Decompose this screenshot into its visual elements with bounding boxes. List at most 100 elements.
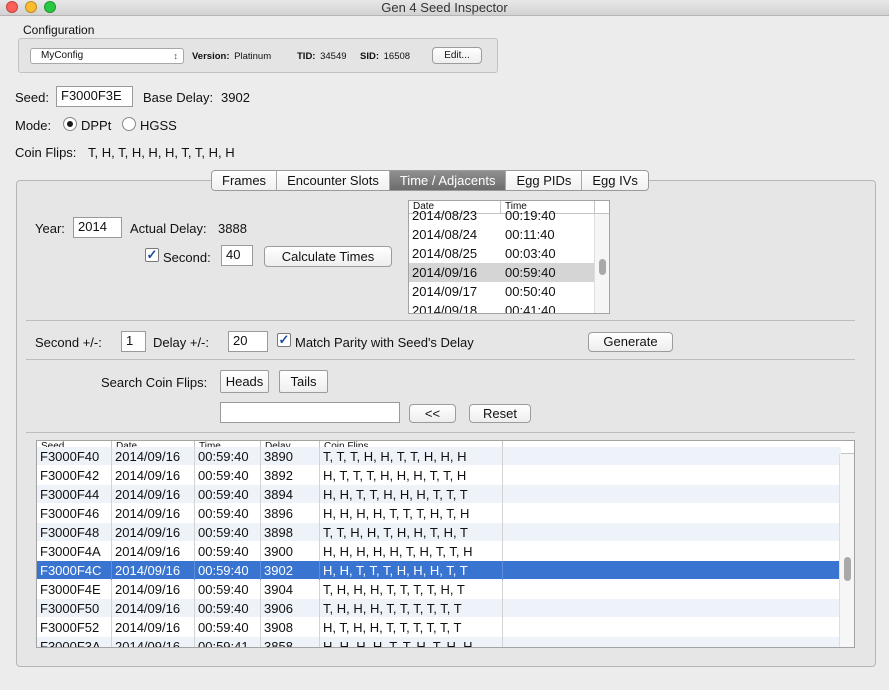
times-table-row[interactable]: 2014/08/23 00:19:40 [409, 206, 596, 225]
results-table-cell-flips: H, H, T, T, T, H, H, H, T, T [320, 561, 503, 580]
actual-delay-value: 3888 [218, 221, 247, 236]
results-table-cell-date: 2014/09/16 [112, 447, 195, 466]
tab-frames[interactable]: Frames [212, 171, 278, 190]
times-table-row[interactable]: 2014/08/24 00:11:40 [409, 225, 596, 244]
results-table-cell-date: 2014/09/16 [112, 599, 195, 618]
results-table-cell-time: 00:59:40 [195, 580, 261, 599]
coin-flips-value: T, H, T, H, H, H, T, T, H, H [88, 145, 235, 160]
search-coin-flips-label: Search Coin Flips: [101, 375, 208, 390]
heads-button[interactable]: Heads [220, 370, 269, 393]
second-checkbox[interactable]: ✓ [145, 248, 159, 262]
results-table-cell-flips: H, T, T, T, H, H, H, T, T, H [320, 466, 503, 485]
edit-config-button[interactable]: Edit... [432, 47, 482, 64]
delay-pm-input[interactable]: 20 [228, 331, 268, 352]
minimize-window-icon[interactable] [25, 1, 37, 13]
times-table-cell-date: 2014/09/18 [412, 303, 478, 314]
back-button[interactable]: << [409, 404, 456, 423]
results-table-cell-flips: T, T, H, H, T, H, H, T, H, T [320, 523, 503, 542]
results-table-row[interactable]: F3000F4C 2014/09/16 00:59:40 3902 H, H, T, T… [37, 561, 841, 580]
mode-hgss-radio[interactable] [122, 117, 136, 131]
mode-dppt-label: DPPt [81, 118, 112, 133]
second-label: Second: [163, 250, 211, 265]
tab-time-adjacents[interactable]: Time / Adjacents [389, 171, 507, 190]
results-table-row[interactable]: F3000F40 2014/09/16 00:59:40 3890 T, T, T, H… [37, 447, 841, 466]
version-label: Version: [192, 51, 230, 62]
results-table-cell-seed: F3000F4C [37, 561, 112, 580]
results-table-cell-seed: F3000F52 [37, 618, 112, 637]
zoom-window-icon[interactable] [44, 1, 56, 13]
mode-hgss-label: HGSS [140, 118, 177, 133]
seed-label: Seed: [15, 90, 49, 105]
second-pm-label: Second +/-: [35, 335, 102, 350]
times-table-scrollbar[interactable] [594, 214, 609, 313]
results-table-cell-flips: H, H, H, H, T, T, H, T, H, H [320, 637, 503, 647]
results-table-row[interactable]: F3000F48 2014/09/16 00:59:40 3898 T, T, H, H… [37, 523, 841, 542]
calculate-times-button[interactable]: Calculate Times [264, 246, 392, 267]
results-table-scrollbar[interactable] [839, 454, 854, 647]
year-input[interactable]: 2014 [73, 217, 122, 238]
results-table-cell-time: 00:59:40 [195, 485, 261, 504]
separator [26, 432, 855, 433]
results-table-row[interactable]: F3000F4A 2014/09/16 00:59:40 3900 H, H, H, H… [37, 542, 841, 561]
times-table-row[interactable]: 2014/09/16 00:59:40 [409, 263, 596, 282]
results-table-cell-delay: 3906 [261, 599, 320, 618]
results-table-cell-delay: 3892 [261, 466, 320, 485]
results-table-cell-seed: F3000F46 [37, 504, 112, 523]
results-table-row[interactable]: F3000F42 2014/09/16 00:59:40 3892 H, T, T, T… [37, 466, 841, 485]
results-table-row[interactable]: F3000F52 2014/09/16 00:59:40 3908 H, T, H, H… [37, 618, 841, 637]
reset-button[interactable]: Reset [469, 404, 531, 423]
times-table-cell-time: 00:41:40 [505, 303, 556, 314]
separator [26, 359, 855, 360]
mode-dppt-radio[interactable] [63, 117, 77, 131]
results-table-cell-date: 2014/09/16 [112, 561, 195, 580]
tab-egg-pids[interactable]: Egg PIDs [506, 171, 583, 190]
close-window-icon[interactable] [6, 1, 18, 13]
results-table-row[interactable]: F3000F50 2014/09/16 00:59:40 3906 T, H, H, H… [37, 599, 841, 618]
times-table-row[interactable]: 2014/09/18 00:41:40 [409, 301, 596, 314]
results-table-cell-delay: 3890 [261, 447, 320, 466]
results-table-cell-date: 2014/09/16 [112, 618, 195, 637]
times-table-cell-date: 2014/09/16 [412, 265, 478, 280]
results-table-cell-date: 2014/09/16 [112, 523, 195, 542]
results-table-cell-time: 00:59:40 [195, 542, 261, 561]
results-table-cell-seed: F3000F40 [37, 447, 112, 466]
match-parity-checkbox[interactable]: ✓ [277, 333, 291, 347]
results-table-row[interactable]: F3000F46 2014/09/16 00:59:40 3896 H, H, H, H… [37, 504, 841, 523]
results-table-cell-date: 2014/09/16 [112, 485, 195, 504]
results-table-cell-seed: F3000F4E [37, 580, 112, 599]
results-table-row[interactable]: F3000F3A 2014/09/16 00:59:41 3858 H, H, H, H… [37, 637, 841, 647]
times-table-cell-date: 2014/08/25 [412, 246, 478, 261]
results-table-row[interactable]: F3000F44 2014/09/16 00:59:40 3894 H, H, T, T… [37, 485, 841, 504]
second-input[interactable]: 40 [221, 245, 253, 266]
results-table-cell-time: 00:59:41 [195, 637, 261, 647]
config-select[interactable]: MyConfig ↕ [30, 48, 184, 64]
tid-label: TID: [297, 51, 316, 62]
results-table-scroll-thumb[interactable] [844, 557, 851, 581]
times-table-row[interactable]: 2014/08/25 00:03:40 [409, 244, 596, 263]
results-table-cell-date: 2014/09/16 [112, 580, 195, 599]
times-table-row[interactable]: 2014/09/17 00:50:40 [409, 282, 596, 301]
coin-flip-search-input[interactable] [220, 402, 400, 423]
results-table-cell-seed: F3000F3A [37, 637, 112, 647]
tails-button[interactable]: Tails [279, 370, 328, 393]
generate-button[interactable]: Generate [588, 332, 673, 352]
results-table-cell-time: 00:59:40 [195, 618, 261, 637]
tab-encounter-slots[interactable]: Encounter Slots [277, 171, 390, 190]
results-table-cell-time: 00:59:40 [195, 504, 261, 523]
times-table-cell-date: 2014/08/23 [412, 208, 478, 223]
sid-value: 16508 [383, 51, 411, 62]
tab-egg-ivs[interactable]: Egg IVs [582, 171, 648, 190]
results-table-cell-date: 2014/09/16 [112, 542, 195, 561]
second-pm-input[interactable]: 1 [121, 331, 146, 352]
seed-input[interactable]: F3000F3E [56, 86, 133, 107]
results-table-cell-flips: H, T, H, H, T, T, T, T, T, T [320, 618, 503, 637]
results-table-cell-seed: F3000F44 [37, 485, 112, 504]
results-table-row[interactable]: F3000F4E 2014/09/16 00:59:40 3904 T, H, H, H… [37, 580, 841, 599]
times-table-scroll-thumb[interactable] [599, 259, 606, 275]
updown-arrows-icon: ↕ [173, 51, 179, 61]
configuration-group-label: Configuration [23, 23, 95, 37]
results-table-cell-seed: F3000F48 [37, 523, 112, 542]
sid-label: SID: [360, 51, 379, 62]
results-table-cell-time: 00:59:40 [195, 599, 261, 618]
sid-readout: SID: 16508 [360, 51, 410, 62]
